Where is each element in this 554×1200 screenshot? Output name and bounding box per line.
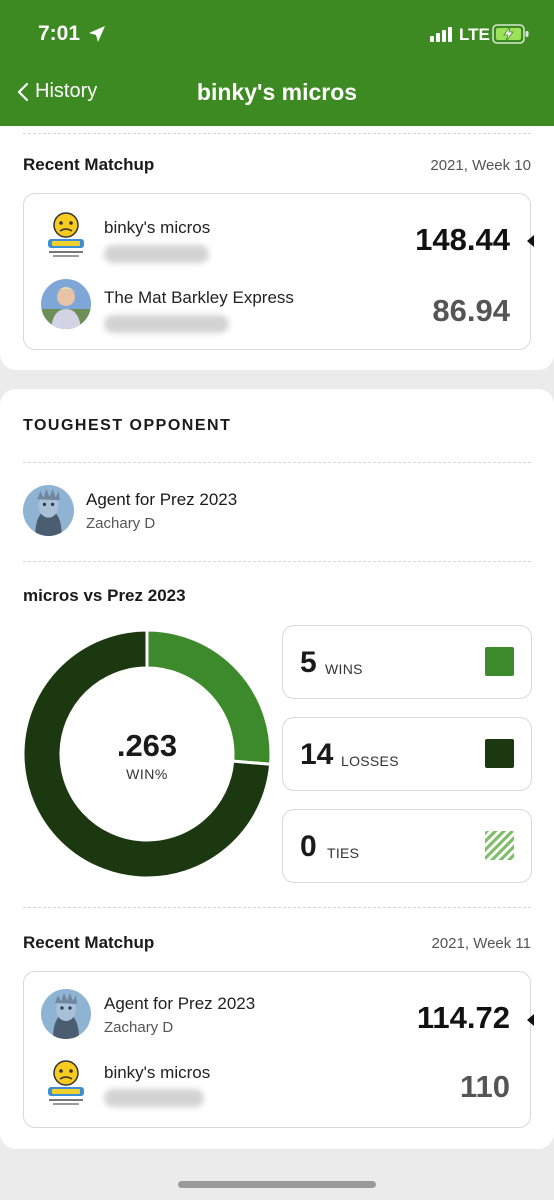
winner-indicator-icon (527, 1014, 534, 1026)
network-type: LTE (459, 25, 490, 44)
wins-stat: 5 WINS (282, 625, 532, 699)
team-score: 86.94 (432, 293, 510, 328)
divider (23, 907, 531, 908)
battery-charging-icon (492, 24, 529, 44)
opponent-name: Agent for Prez 2023 (86, 490, 238, 509)
wins-label: WINS (325, 661, 363, 677)
recent-matchup-card: Recent Matchup 2021, Week 10 binky's mic… (0, 126, 554, 370)
win-percentage-label: WIN% (126, 766, 168, 782)
team-name: The Mat Barkley Express (104, 288, 294, 307)
win-percentage: .263 (116, 728, 178, 763)
losses-label: LOSSES (341, 753, 399, 769)
app-header: 7:01 LTE History binky's micros (0, 0, 554, 126)
section-title: Recent Matchup (23, 155, 155, 174)
team-row: binky's micros 110 (24, 1058, 530, 1118)
team-row: binky's micros 148.44 (24, 210, 534, 270)
opponent-avatar (23, 485, 74, 536)
losses-legend-swatch (485, 739, 514, 768)
wins-legend-swatch (485, 647, 514, 676)
redacted-owner (104, 1089, 204, 1107)
matchup-box[interactable]: Agent for Prez 2023 Zachary D 114.72 bin… (23, 971, 534, 1128)
divider (23, 133, 531, 134)
ties-stat: 0 TIES (282, 809, 532, 883)
team-score: 110 (459, 1069, 510, 1104)
redacted-owner (104, 315, 229, 333)
head-to-head-title: micros vs Prez 2023 (23, 586, 186, 605)
team-owner: Zachary D (104, 1019, 174, 1036)
matchup-week: 2021, Week 10 (430, 157, 531, 174)
matchup-box[interactable]: binky's micros 148.44 The Mat Barkley Ex… (23, 193, 534, 350)
team-avatar-logo (48, 1060, 84, 1105)
location-arrow-icon (89, 26, 105, 42)
toughest-opponent-card: TOUGHEST OPPONENT Agent for Prez 2023 Za… (0, 389, 554, 1149)
team-score: 114.72 (416, 1000, 510, 1035)
team-row: Agent for Prez 2023 Zachary D 114.72 (24, 989, 534, 1049)
redacted-owner (104, 245, 209, 263)
team-name: binky's micros (104, 1063, 211, 1082)
winner-indicator-icon (527, 235, 534, 247)
page-title: binky's micros (196, 79, 358, 105)
losses-count: 14 (300, 738, 334, 771)
section-title: TOUGHEST OPPONENT (23, 417, 232, 434)
home-indicator (178, 1181, 376, 1188)
opponent-owner: Zachary D (86, 515, 156, 532)
team-avatar-photo (41, 279, 91, 329)
wins-count: 5 (300, 646, 317, 679)
team-name: Agent for Prez 2023 (104, 994, 256, 1013)
ties-label: TIES (327, 845, 360, 861)
status-time: 7:01 (38, 22, 81, 45)
team-name: binky's micros (104, 218, 211, 237)
ties-legend-swatch (485, 831, 514, 860)
losses-stat: 14 LOSSES (282, 717, 532, 791)
team-row: The Mat Barkley Express 86.94 (24, 279, 530, 339)
divider (23, 561, 531, 562)
cellular-signal-icon (430, 27, 452, 42)
team-score: 148.44 (415, 222, 510, 257)
ties-count: 0 (300, 830, 317, 863)
divider (23, 462, 531, 463)
team-avatar-logo (48, 212, 84, 257)
section-title: Recent Matchup (23, 933, 155, 952)
matchup-week: 2021, Week 11 (431, 935, 531, 952)
team-avatar-photo (41, 989, 91, 1039)
